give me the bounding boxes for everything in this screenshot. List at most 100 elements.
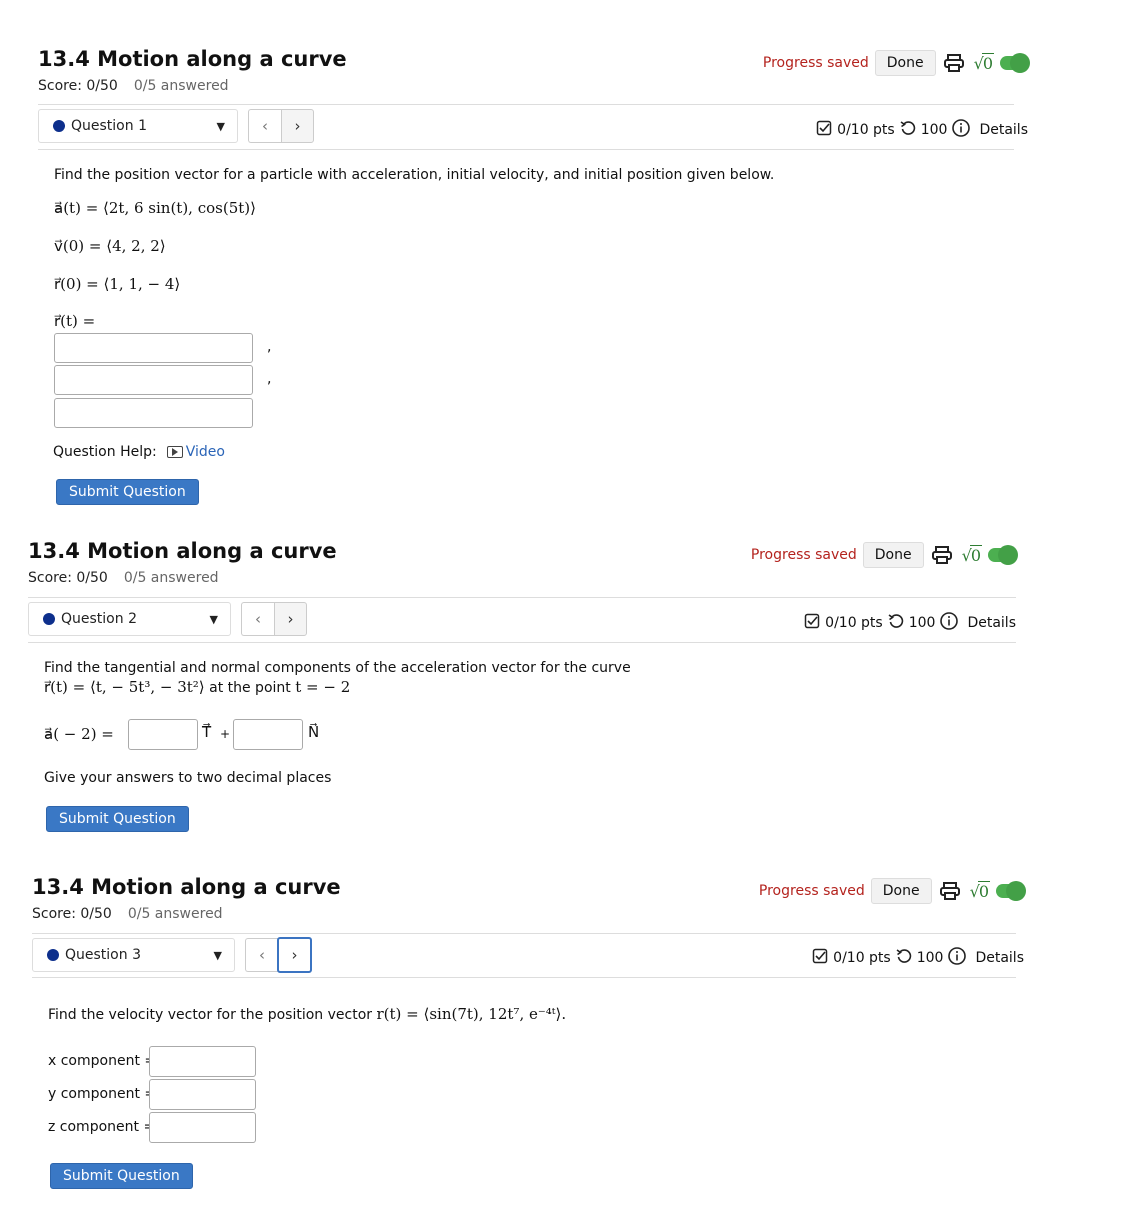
points-text: 0/10 pts	[837, 122, 895, 138]
retries-text: 100	[908, 615, 936, 631]
position-expr: r⃗(0) = ⟨1, 1, − 4⟩	[54, 275, 181, 293]
submit-button[interactable]: Submit Question	[50, 1163, 193, 1189]
answered-text: 0/5 answered	[133, 78, 229, 94]
answer-label: r⃗(t) =	[54, 312, 96, 330]
chevron-left-icon: ‹	[255, 610, 261, 628]
x-component-input[interactable]	[149, 1046, 256, 1077]
chevron-right-icon: ›	[294, 117, 301, 135]
progress-saved-text: Progress saved	[750, 547, 857, 563]
z-component-input[interactable]	[149, 1112, 256, 1143]
done-button[interactable]: Done	[862, 542, 924, 568]
divider	[32, 933, 1016, 934]
divider	[38, 104, 1014, 105]
next-question-button[interactable]: ›	[274, 602, 307, 636]
question-selector[interactable]: Question 3 ▼	[32, 938, 235, 972]
curve-line: r⃗(t) = ⟨t, − 5t³, − 3t²⟩ at the point t…	[44, 678, 350, 696]
info-icon[interactable]	[940, 612, 959, 634]
n-vector: N⃗	[308, 723, 320, 741]
velocity-expr: v⃗(0) = ⟨4, 2, 2⟩	[54, 237, 166, 255]
toggle-icon[interactable]	[988, 545, 1018, 565]
help-label: Question Help:	[53, 444, 157, 460]
status-dot	[53, 120, 65, 132]
acceleration-expr: a⃗(t) = ⟨2t, 6 sin(t), cos(5t)⟩	[54, 199, 256, 217]
sqrt-icon[interactable]: √0	[974, 52, 994, 73]
next-question-button[interactable]: ›	[277, 937, 312, 973]
divider	[32, 977, 1016, 978]
question-selector[interactable]: Question 2 ▼	[28, 602, 231, 636]
plus-sign: +	[220, 727, 231, 741]
header-actions: Progress saved Done √0	[758, 878, 1026, 904]
score-text: Score: 0/50	[28, 570, 108, 586]
score-text: Score: 0/50	[38, 78, 118, 94]
point-expr: t = − 2	[295, 678, 351, 696]
print-icon[interactable]	[930, 545, 956, 565]
done-button[interactable]: Done	[874, 50, 936, 76]
score-line: Score: 0/50 0/5 answered	[32, 906, 223, 922]
details-link[interactable]: Details	[979, 122, 1028, 138]
done-button[interactable]: Done	[870, 878, 932, 904]
tangential-input[interactable]	[128, 719, 198, 750]
info-icon[interactable]	[952, 119, 971, 141]
question-selector[interactable]: Question 1 ▼	[38, 109, 238, 143]
points-text: 0/10 pts	[825, 615, 883, 631]
checkbox-icon	[816, 120, 832, 140]
caret-down-icon: ▼	[216, 119, 225, 133]
assignment-title: 13.4 Motion along a curve	[38, 47, 347, 71]
retries-text: 100	[920, 122, 948, 138]
submit-button[interactable]: Submit Question	[56, 479, 199, 505]
caret-down-icon: ▼	[213, 948, 222, 962]
t-vector: T⃗	[202, 723, 212, 741]
question-prompt: Find the velocity vector for the positio…	[48, 1007, 373, 1023]
video-link[interactable]: Video	[186, 444, 225, 460]
prev-question-button[interactable]: ‹	[245, 938, 278, 972]
progress-saved-text: Progress saved	[758, 883, 865, 899]
question-meta: 0/10 pts 100 Details	[812, 947, 1024, 969]
chevron-right-icon: ›	[287, 610, 294, 628]
header-actions: Progress saved Done √0	[762, 50, 1030, 76]
next-question-button[interactable]: ›	[281, 109, 314, 143]
x-component-label: x component =	[48, 1053, 157, 1069]
score-text: Score: 0/50	[32, 906, 112, 922]
answer-input-x[interactable]	[54, 333, 253, 363]
chevron-left-icon: ‹	[259, 946, 265, 964]
submit-button[interactable]: Submit Question	[46, 806, 189, 832]
answered-text: 0/5 answered	[127, 906, 223, 922]
question-selector-label: Question 1	[71, 118, 147, 134]
decimal-note: Give your answers to two decimal places	[44, 770, 332, 786]
comma: ,	[267, 339, 272, 355]
question-meta: 0/10 pts 100 Details	[816, 119, 1028, 141]
progress-saved-text: Progress saved	[762, 55, 869, 71]
score-line: Score: 0/50 0/5 answered	[38, 78, 229, 94]
print-icon[interactable]	[938, 881, 964, 901]
prev-question-button[interactable]: ‹	[241, 602, 274, 636]
velocity-question: Find the velocity vector for the positio…	[48, 1005, 566, 1023]
question-selector-label: Question 3	[65, 947, 141, 963]
toggle-icon[interactable]	[1000, 53, 1030, 73]
question-meta: 0/10 pts 100 Details	[804, 612, 1016, 634]
acceleration-lhs: a⃗( − 2) =	[44, 725, 114, 743]
y-component-input[interactable]	[149, 1079, 256, 1110]
status-dot	[43, 613, 55, 625]
sqrt-icon[interactable]: √0	[962, 544, 982, 565]
toggle-icon[interactable]	[996, 881, 1026, 901]
chevron-left-icon: ‹	[262, 117, 268, 135]
prev-question-button[interactable]: ‹	[248, 109, 281, 143]
details-link[interactable]: Details	[967, 615, 1016, 631]
checkbox-icon	[804, 613, 820, 633]
assignment-title: 13.4 Motion along a curve	[32, 875, 341, 899]
sqrt-icon[interactable]: √0	[970, 880, 990, 901]
chevron-right-icon: ›	[291, 946, 298, 964]
normal-input[interactable]	[233, 719, 303, 750]
print-icon[interactable]	[942, 53, 968, 73]
caret-down-icon: ▼	[209, 612, 218, 626]
details-link[interactable]: Details	[975, 950, 1024, 966]
answer-input-z[interactable]	[54, 398, 253, 428]
comma: ,	[267, 371, 272, 387]
header-actions: Progress saved Done √0	[750, 542, 1018, 568]
at-point-text: at the point	[209, 680, 291, 696]
info-icon[interactable]	[948, 947, 967, 969]
answer-input-y[interactable]	[54, 365, 253, 395]
position-vector-expr: r(t) = ⟨sin(7t), 12t⁷, e⁻⁴ᵗ⟩.	[376, 1005, 567, 1023]
question-selector-label: Question 2	[61, 611, 137, 627]
status-dot	[47, 949, 59, 961]
